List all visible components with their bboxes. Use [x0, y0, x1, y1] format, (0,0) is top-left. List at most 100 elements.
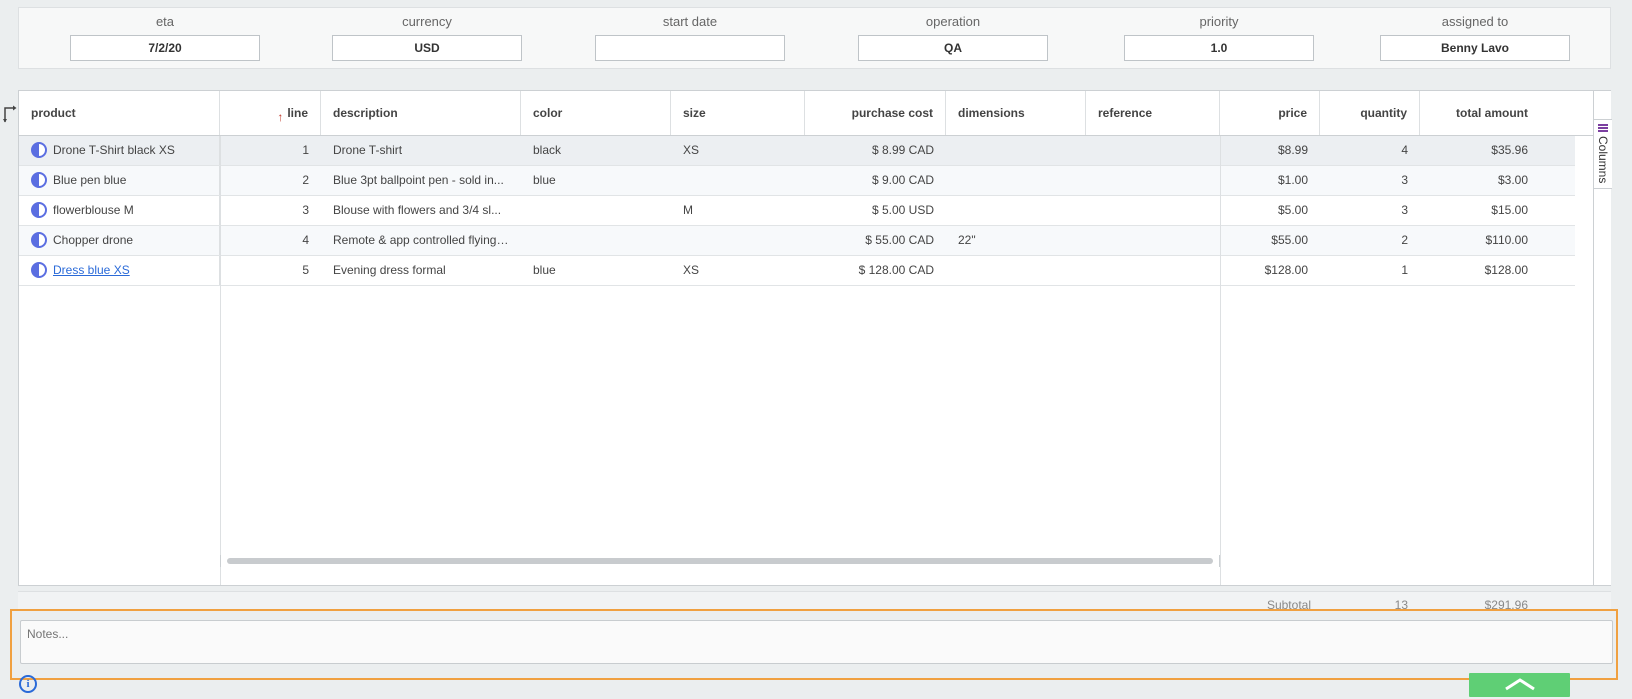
field-label: priority: [1199, 14, 1239, 29]
subtotal-amount: $291.96: [1484, 598, 1528, 609]
half-circle-icon[interactable]: [31, 201, 47, 218]
table-row[interactable]: Chopper drone 4 Remote & app controlled …: [19, 226, 1575, 256]
cell-color: black: [533, 143, 562, 157]
subtotal-quantity: 13: [1394, 598, 1408, 609]
table-row[interactable]: Blue pen blue 2 Blue 3pt ballpoint pen -…: [19, 166, 1575, 196]
priority-input[interactable]: 1.0: [1124, 35, 1314, 61]
table-row[interactable]: flowerblouse M 3 Blouse with flowers and…: [19, 196, 1575, 226]
product-link[interactable]: Dress blue XS: [53, 263, 130, 277]
half-circle-icon[interactable]: [31, 261, 47, 278]
cell-total-amount: $3.00: [1497, 173, 1528, 187]
cell-color: blue: [533, 173, 556, 187]
col-header-product[interactable]: product: [19, 91, 220, 135]
cell-line: 3: [302, 203, 309, 217]
col-header-dimensions[interactable]: dimensions: [946, 91, 1086, 135]
cell-color: [521, 226, 671, 255]
cell-price: $8.99: [1220, 136, 1320, 165]
cell-purchase-cost: $ 55.00 CAD: [865, 233, 934, 247]
table-row[interactable]: Dress blue XS 5 Evening dress formal blu…: [19, 256, 1575, 286]
cell-description: Evening dress formal: [333, 263, 446, 277]
cell-price: $1.00: [1220, 166, 1320, 195]
operation-input[interactable]: QA: [858, 35, 1048, 61]
cell-dimensions: [946, 196, 1086, 225]
cell-size: M: [683, 203, 693, 217]
grid-footer-totals: Subtotal 13 $291.96: [18, 591, 1611, 609]
assigned-to-input[interactable]: Benny Lavo: [1380, 35, 1570, 61]
field-label: assigned to: [1441, 14, 1509, 29]
collapse-button[interactable]: [1469, 673, 1570, 697]
cell-product: Chopper drone: [19, 226, 220, 255]
cell-description: Remote & app controlled flying ...: [333, 233, 510, 247]
start-date-input[interactable]: [595, 35, 785, 61]
horizontal-scrollbar[interactable]: [227, 558, 1213, 564]
field-label: start date: [662, 14, 718, 29]
cell-dimensions: [946, 136, 1086, 165]
cell-line: 1: [302, 143, 309, 157]
field-priority: priority 1.0: [1124, 8, 1314, 70]
cell-reference: [1086, 196, 1220, 225]
cell-description: Blue 3pt ballpoint pen - sold in...: [333, 173, 504, 187]
cell-price: $55.00: [1220, 226, 1320, 255]
col-header-line[interactable]: ↑ line: [220, 91, 321, 135]
field-label: eta: [155, 14, 175, 29]
cell-reference: [1086, 256, 1220, 285]
columns-panel-tab[interactable]: Columns: [1593, 119, 1612, 189]
col-header-total-amount[interactable]: total amount: [1420, 91, 1540, 135]
notes-textarea[interactable]: [20, 620, 1613, 664]
col-header-line-label: line: [287, 106, 308, 120]
cell-total-amount: $35.96: [1491, 143, 1528, 157]
cell-product: Dress blue XS: [19, 256, 220, 285]
col-header-size[interactable]: size: [671, 91, 805, 135]
cell-size: XS: [683, 263, 700, 277]
grid-header: product ↑ line description color size pur…: [19, 91, 1593, 136]
col-header-price[interactable]: price: [1220, 91, 1320, 135]
field-operation: operation QA: [858, 8, 1048, 70]
cell-quantity: 2: [1401, 233, 1408, 247]
chevron-up-icon: [1505, 678, 1535, 691]
field-eta: eta 7/2/20: [70, 8, 260, 70]
split-arrow-icon[interactable]: [2, 104, 18, 124]
sort-asc-icon: ↑: [277, 110, 284, 124]
cell-line: 4: [302, 233, 309, 247]
cell-description: Drone T-shirt: [333, 143, 403, 157]
cell-price: $5.00: [1220, 196, 1320, 225]
cell-size: XS: [683, 143, 700, 157]
product-name: Blue pen blue: [53, 173, 127, 187]
cell-description: Blouse with flowers and 3/4 sl...: [333, 203, 502, 217]
cell-product: Blue pen blue: [19, 166, 220, 195]
col-header-description[interactable]: description: [321, 91, 521, 135]
order-header-fields: eta 7/2/20 currency USD start date opera…: [18, 7, 1611, 69]
field-start-date: start date: [595, 8, 785, 70]
info-icon[interactable]: i: [19, 675, 37, 693]
cell-reference: [1086, 136, 1220, 165]
col-header-quantity[interactable]: quantity: [1320, 91, 1420, 135]
cell-dimensions: [946, 256, 1086, 285]
product-name: flowerblouse M: [53, 203, 134, 217]
col-header-reference[interactable]: reference: [1086, 91, 1220, 135]
half-circle-icon[interactable]: [31, 231, 47, 248]
cell-purchase-cost: $ 8.99 CAD: [871, 143, 934, 157]
cell-quantity: 3: [1401, 173, 1408, 187]
cell-quantity: 1: [1401, 263, 1408, 277]
pinned-right-divider: [1220, 136, 1221, 585]
columns-list-icon: [1598, 124, 1608, 132]
cell-total-amount: $128.00: [1484, 263, 1528, 277]
columns-panel-label: Columns: [1596, 136, 1610, 184]
eta-input[interactable]: 7/2/20: [70, 35, 260, 61]
field-currency: currency USD: [332, 8, 522, 70]
subtotal-label: Subtotal: [1266, 598, 1311, 609]
product-name: Chopper drone: [53, 233, 134, 247]
col-header-color[interactable]: color: [521, 91, 671, 135]
horizontal-scrollbar-track: [220, 555, 1220, 567]
col-header-purchase-cost[interactable]: purchase cost: [805, 91, 946, 135]
half-circle-icon[interactable]: [31, 171, 47, 188]
half-circle-icon[interactable]: [31, 141, 47, 158]
currency-input[interactable]: USD: [332, 35, 522, 61]
table-row[interactable]: Drone T-Shirt black XS 1 Drone T-shirt b…: [19, 136, 1575, 166]
cell-total-amount: $15.00: [1491, 203, 1528, 217]
cell-size: [671, 166, 805, 195]
cell-price: $128.00: [1220, 256, 1320, 285]
cell-dimensions: [946, 166, 1086, 195]
cell-dimensions: 22": [958, 233, 976, 247]
cell-size: [671, 226, 805, 255]
